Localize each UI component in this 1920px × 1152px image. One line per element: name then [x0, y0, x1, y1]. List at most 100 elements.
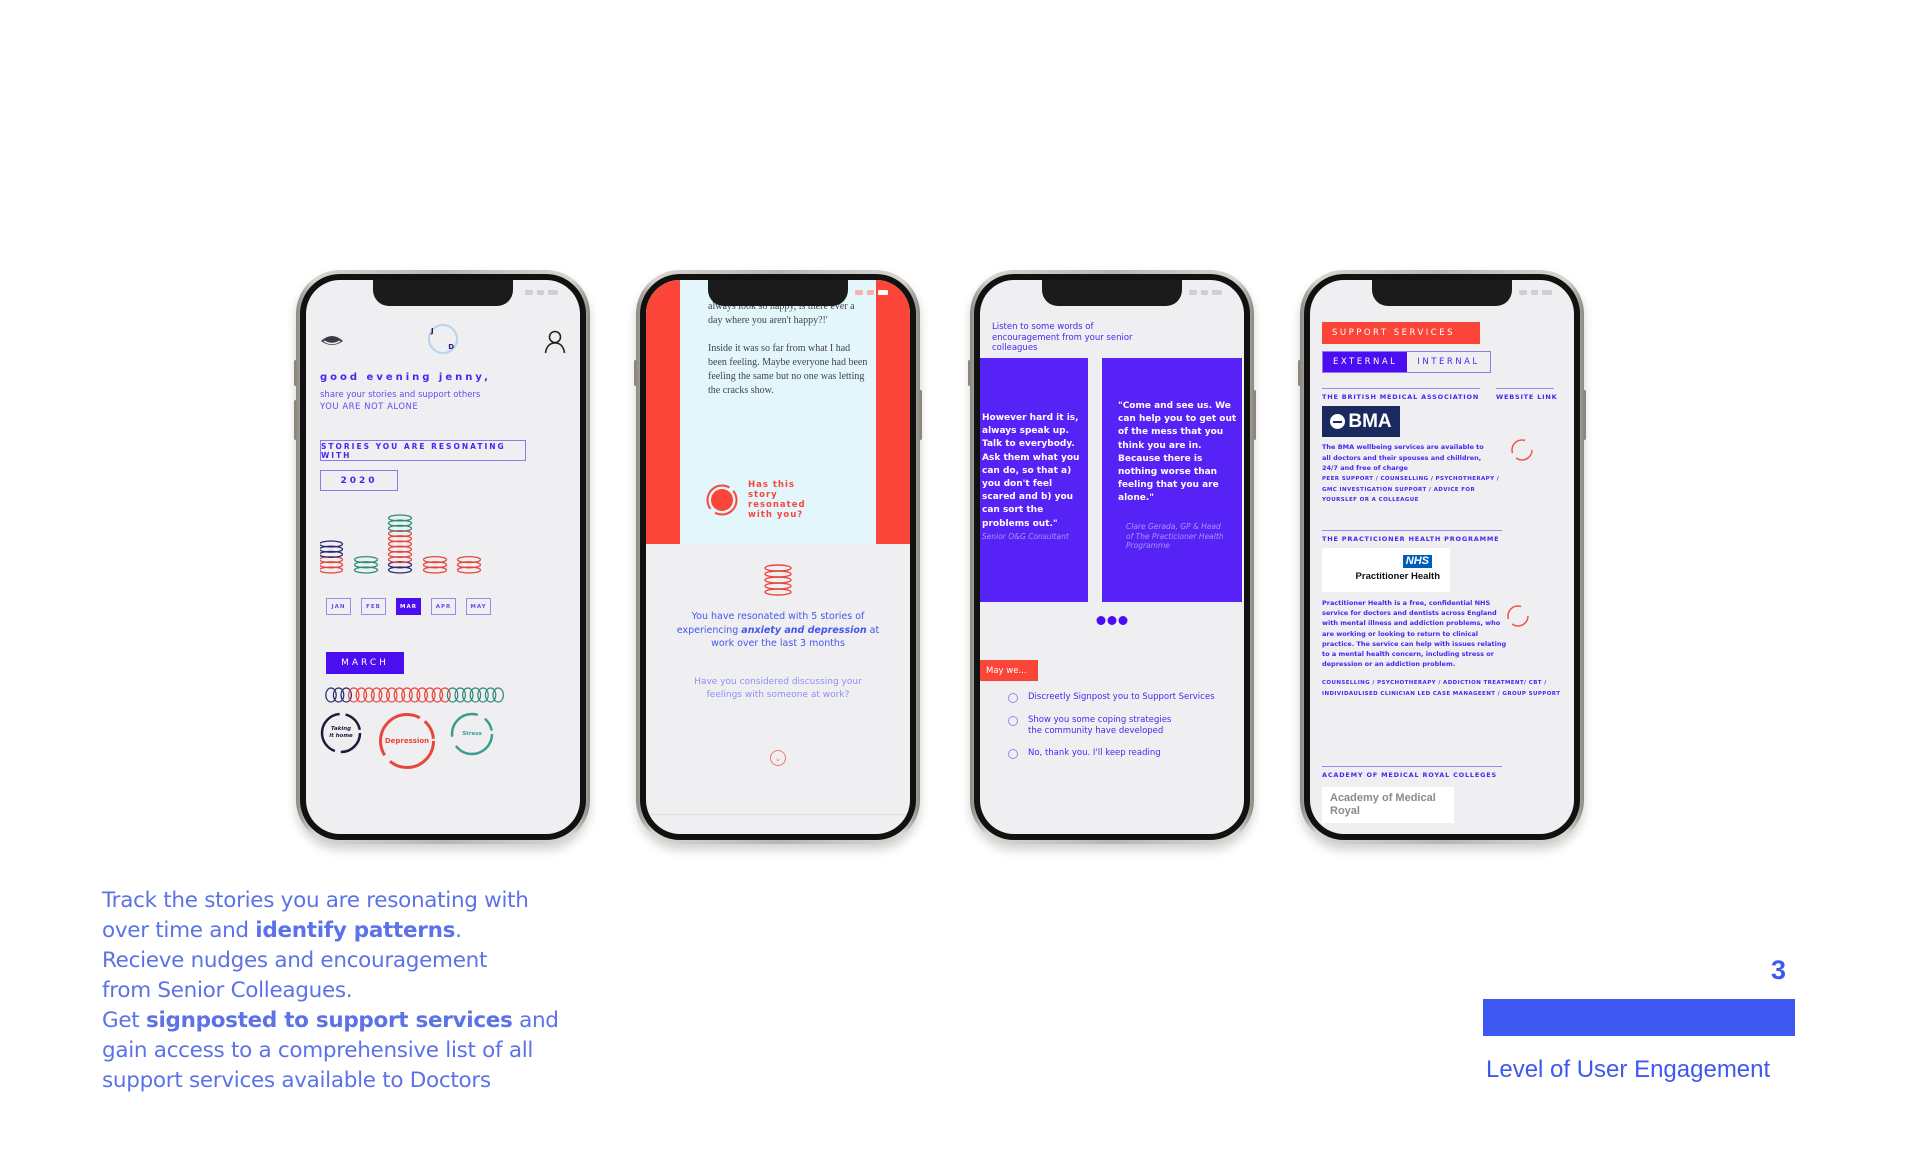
status-bar [525, 290, 558, 295]
month-tab-active[interactable]: MAR [396, 598, 421, 615]
notch [373, 280, 513, 306]
website-link-icon[interactable] [1510, 438, 1534, 462]
divider [646, 814, 910, 815]
support-services-header: SUPPORT SERVICES [1322, 322, 1480, 344]
side-button [1583, 390, 1586, 440]
notch [708, 280, 848, 306]
tagline: YOU ARE NOT ALONE [320, 402, 419, 412]
app-header: J D [306, 322, 580, 362]
option-coping-strategies[interactable]: Show you some coping strategies the comm… [1008, 715, 1215, 736]
options-list: Discreetly Signpost you to Support Servi… [1008, 692, 1215, 771]
phone-support-services: SUPPORT SERVICES EXTERNAL INTERNAL THE B… [1298, 270, 1586, 844]
caption-line: from Senior Colleagues. [102, 978, 353, 1003]
quote-card[interactable]: "Come and see us. We can help you to get… [1102, 358, 1242, 602]
service-title: ACADEMY OF MEDICAL ROYAL COLLEGES [1322, 771, 1497, 779]
bma-logo[interactable]: BMA [1322, 406, 1400, 437]
status-bar [1519, 290, 1552, 295]
service-tags: COUNSELLING / PSYCHOTHERAPY / ADDICTION … [1322, 680, 1561, 697]
tab-internal[interactable]: INTERNAL [1407, 352, 1489, 372]
notch [1372, 280, 1512, 306]
ring-stack-icon [764, 564, 792, 596]
summary-highlight: anxiety and depression [741, 624, 867, 636]
carousel-dots[interactable] [1096, 616, 1128, 625]
stories-resonating-label: STORIES YOU ARE RESONATING WITH [320, 440, 526, 461]
phone-bezel: Listen to some words of encouragement fr… [974, 274, 1250, 840]
subtitle: share your stories and support others [320, 390, 481, 400]
greeting: good evening jenny, [320, 372, 491, 383]
story-accent-left [646, 280, 680, 544]
caption-line: gain access to a comprehensive list of a… [102, 1038, 534, 1063]
eye-icon[interactable] [320, 334, 344, 348]
topic-stress[interactable]: Stress [450, 712, 494, 756]
divider [1322, 530, 1502, 531]
quote-card[interactable]: However hard it is, always speak up. Tal… [980, 358, 1088, 602]
month-tab[interactable]: APR [431, 598, 456, 615]
service-title: THE PRACTICIONER HEALTH PROGRAMME [1322, 535, 1500, 543]
option-keep-reading[interactable]: No, thank you. I'll keep reading [1008, 748, 1215, 759]
phone-dashboard: J D good evening jenny, share your stori… [294, 270, 590, 844]
engagement-level-number: 3 [1770, 955, 1786, 985]
quote-text: However hard it is, always speak up. Tal… [982, 413, 1080, 529]
carousel-dot[interactable] [1118, 616, 1128, 625]
engagement-level-label: Level of User Engagement [1486, 1056, 1771, 1083]
chevron-down-icon[interactable]: ⌄ [770, 750, 786, 766]
engagement-level-fill [1483, 999, 1795, 1036]
phone-bezel: SUPPORT SERVICES EXTERNAL INTERNAL THE B… [1304, 274, 1580, 840]
notch [1042, 280, 1182, 306]
phone-encouragement: Listen to some words of encouragement fr… [968, 270, 1256, 844]
side-button [1298, 360, 1301, 386]
selected-month-button[interactable]: MARCH [326, 652, 404, 674]
phone-screen: Listen to some words of encouragement fr… [980, 280, 1244, 834]
month-tab[interactable]: FEB [361, 598, 386, 615]
phone-story: always look so happy, is there ever a da… [634, 270, 922, 844]
carousel-dot[interactable] [1107, 616, 1117, 625]
quote-attribution: Clare Gerada, GP & Head of The Practicio… [1126, 522, 1224, 550]
resonate-prompt[interactable]: Has this story resonated with you? [706, 480, 828, 520]
caption-line: support services available to Doctors [102, 1068, 491, 1093]
topic-depression[interactable]: Depression [378, 712, 436, 770]
side-button [1253, 390, 1256, 440]
month-tab[interactable]: MAY [466, 598, 491, 615]
side-button [294, 400, 297, 440]
side-button [919, 390, 922, 440]
website-link-icon[interactable] [1506, 604, 1530, 628]
quote-attribution: Senior O&G Consultant [982, 532, 1069, 541]
topic-taking-it-home[interactable]: Taking it home [320, 712, 362, 754]
radio-icon[interactable] [1008, 749, 1018, 759]
may-we-label: May we... [980, 660, 1038, 681]
divider [1496, 388, 1554, 389]
service-description: The BMA wellbeing services are available… [1322, 443, 1484, 472]
radio-icon[interactable] [1008, 693, 1018, 703]
quote-text: "Come and see us. We can help you to get… [1118, 401, 1237, 504]
service-title: THE BRITISH MEDICAL ASSOCIATION [1322, 393, 1480, 401]
website-link[interactable]: WEBSITE LINK [1496, 393, 1557, 401]
phone-screen: J D good evening jenny, share your stori… [306, 280, 580, 834]
practitioner-health-logo[interactable]: NHS Practitioner Health [1322, 548, 1450, 592]
feature-description: Track the stories you are resonating wit… [102, 886, 582, 1096]
side-button [294, 360, 297, 386]
month-tab[interactable]: JAN [326, 598, 351, 615]
service-tags: PEER SUPPORT / COUNSELLING / PSYCHOTHERA… [1322, 476, 1500, 503]
ring-row [325, 687, 504, 703]
status-bar [855, 290, 888, 295]
academy-logo[interactable]: Academy of Medical Royal [1322, 787, 1454, 823]
option-signpost[interactable]: Discreetly Signpost you to Support Servi… [1008, 692, 1215, 703]
avatar[interactable]: J D [428, 324, 458, 354]
year-selector[interactable]: 2020 [320, 470, 398, 491]
tab-external[interactable]: EXTERNAL [1323, 352, 1408, 372]
discussion-question: Have you considered discussing your feel… [694, 677, 862, 700]
radio-icon[interactable] [1008, 716, 1018, 726]
resonate-button[interactable] [706, 484, 738, 516]
phone-bezel: always look so happy, is there ever a da… [640, 274, 916, 840]
user-icon[interactable] [544, 330, 566, 354]
divider [1322, 766, 1502, 767]
divider [1322, 388, 1480, 389]
caption-line: over time and identify patterns. [102, 918, 462, 943]
avatar-initial-last: D [448, 343, 454, 351]
side-button [634, 360, 637, 386]
month-selector: JAN FEB MAR APR MAY [326, 598, 491, 615]
carousel-dot[interactable] [1096, 616, 1106, 625]
resonate-circle-icon [706, 484, 738, 516]
resonate-label: Has this story resonated with you? [748, 480, 806, 520]
caption-line: Track the stories you are resonating wit… [102, 888, 529, 913]
